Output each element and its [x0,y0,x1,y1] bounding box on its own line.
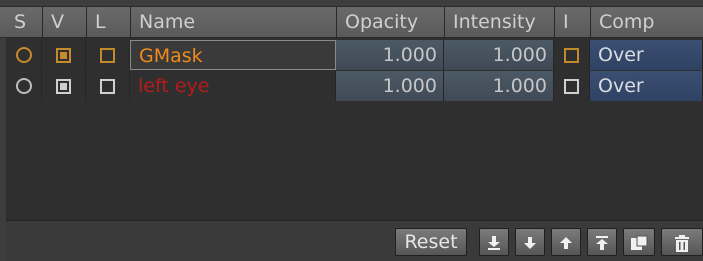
visible-check-mark [60,52,67,59]
opacity-field[interactable]: 1.000 [336,40,444,70]
opacity-field[interactable]: 1.000 [336,71,444,101]
reset-button[interactable]: Reset [395,228,467,256]
duplicate-icon [631,235,648,250]
move-to-bottom-button[interactable] [479,228,509,256]
column-header-opacity[interactable]: Opacity [336,7,444,37]
layer-toolbar: Reset [6,220,703,261]
move-up-icon [560,237,572,249]
column-header-comp[interactable]: Comp [590,7,703,37]
duplicate-button[interactable] [623,228,655,256]
lock-checkbox[interactable] [100,48,115,63]
column-header-s[interactable]: S [6,7,42,37]
visible-checkbox[interactable] [56,79,71,94]
lock-cell [86,40,130,70]
move-to-top-button[interactable] [587,228,617,256]
solo-radio[interactable] [16,47,32,63]
layer-name[interactable]: GMask [130,40,336,70]
solo-cell [6,40,42,70]
move-down-button[interactable] [515,228,545,256]
lock-cell [86,71,130,101]
visible-check-mark [60,83,67,90]
visible-checkbox[interactable] [56,48,71,63]
trash-icon [675,235,689,252]
layer-row[interactable]: GMask 1.000 1.000 Over [6,40,703,70]
column-header-l[interactable]: L [86,7,130,37]
move-to-bottom-icon [488,236,500,250]
column-header-i[interactable]: I [554,7,590,37]
intensity-field[interactable]: 1.000 [444,40,554,70]
column-header-v[interactable]: V [42,7,86,37]
column-header: S V L Name Opacity Intensity I Comp [0,6,703,38]
column-header-intensity[interactable]: Intensity [444,7,554,37]
solo-cell [6,71,42,101]
invert-cell [554,40,590,70]
move-down-icon [524,237,536,249]
layer-row[interactable]: left eye 1.000 1.000 Over [6,71,703,101]
comp-mode-dropdown[interactable]: Over [590,71,703,101]
invert-checkbox[interactable] [564,79,579,94]
comp-mode-dropdown[interactable]: Over [590,40,703,70]
layer-name[interactable]: left eye [130,71,336,101]
visible-cell [42,40,86,70]
move-up-button[interactable] [551,228,581,256]
solo-radio[interactable] [16,78,32,94]
lock-checkbox[interactable] [100,79,115,94]
invert-cell [554,71,590,101]
intensity-field[interactable]: 1.000 [444,71,554,101]
move-to-top-icon [596,236,608,250]
visible-cell [42,71,86,101]
invert-checkbox[interactable] [564,48,579,63]
column-header-name[interactable]: Name [130,7,336,37]
delete-button[interactable] [661,228,703,256]
layer-list: GMask 1.000 1.000 Over left eye 1.000 1.… [6,38,703,220]
